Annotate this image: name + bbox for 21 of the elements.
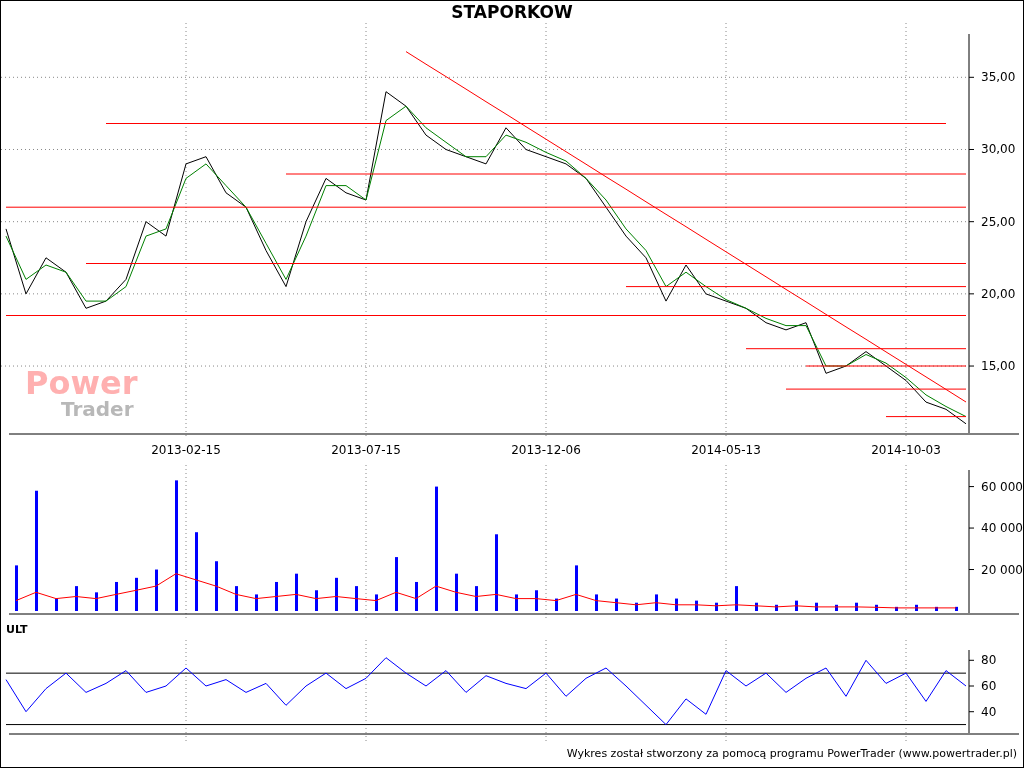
- axis-label: 20,00: [981, 286, 1016, 301]
- footer-text: Wykres został stworzony za pomocą programu PowerTrader (www.powertrader.pl): [566, 746, 1017, 762]
- indicator-label: ULT: [6, 621, 28, 638]
- logo-text: Power: [25, 367, 138, 399]
- date-label: 2014-05-13: [691, 443, 761, 457]
- axis-label: 20 000: [981, 562, 1023, 577]
- date-label: 2013-02-15: [151, 443, 221, 457]
- axis-label: 15,00: [981, 359, 1016, 374]
- date-label: 2013-12-06: [511, 443, 581, 457]
- logo-text: Trader: [61, 399, 134, 419]
- axis-label: 40 000: [981, 521, 1023, 536]
- date-label: 2014-10-03: [871, 443, 941, 457]
- axis-label: 60: [981, 679, 997, 693]
- axis-label: 30,00: [981, 142, 1016, 157]
- axis-label: 40: [981, 704, 997, 719]
- axis-label: 25,00: [981, 214, 1016, 229]
- axis-label: 80: [981, 653, 997, 668]
- chart-title: STAPORKOW: [451, 3, 573, 21]
- axis-label: 60 000: [981, 479, 1023, 494]
- date-label: 2013-07-15: [331, 443, 401, 457]
- axis-label: 35,00: [981, 70, 1016, 85]
